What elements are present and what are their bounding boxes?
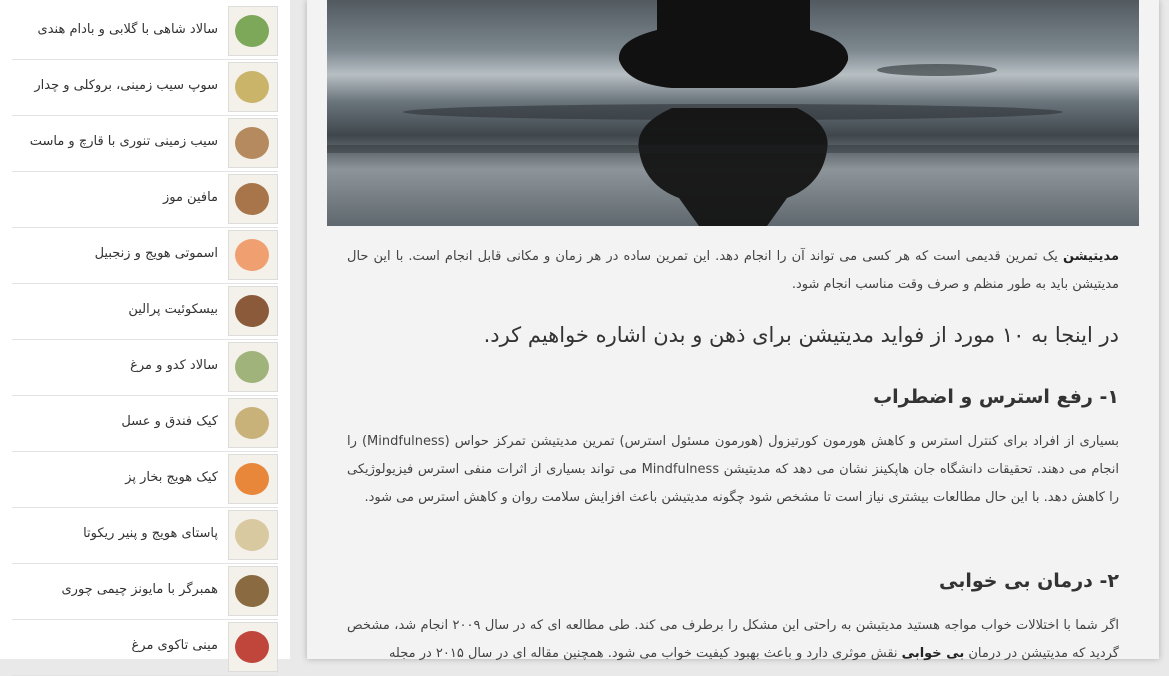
meditation-silhouette xyxy=(327,0,1139,226)
sidebar-item-label[interactable]: سوپ سیب زمینی، بروکلی و چدار xyxy=(34,78,218,93)
recipe-thumbnail[interactable] xyxy=(228,454,278,504)
sidebar-item[interactable]: همبرگر با مایونز چیمی چوری xyxy=(12,564,278,620)
section-2-paragraph: اگر شما با اختلالات خواب مواجه هستید مدی… xyxy=(347,612,1119,668)
food-image-icon xyxy=(235,71,269,103)
sidebar-item-label[interactable]: سیب زمینی تنوری با قارچ و ماست xyxy=(30,134,218,149)
sidebar-item[interactable]: مینی تاکوی مرغ xyxy=(12,620,278,676)
sidebar-item[interactable]: سیب زمینی تنوری با قارچ و ماست xyxy=(12,116,278,172)
food-image-icon xyxy=(235,519,269,551)
food-image-icon xyxy=(235,295,269,327)
food-image-icon xyxy=(235,631,269,663)
recipe-thumbnail[interactable] xyxy=(228,342,278,392)
food-image-icon xyxy=(235,575,269,607)
recipe-thumbnail[interactable] xyxy=(228,286,278,336)
sidebar-item[interactable]: سالاد شاهی با گلابی و بادام هندی xyxy=(12,4,278,60)
recipe-thumbnail[interactable] xyxy=(228,6,278,56)
sidebar-item[interactable]: سالاد کدو و مرغ xyxy=(12,340,278,396)
sidebar-item[interactable]: بیسکوئیت پرالین xyxy=(12,284,278,340)
recipe-thumbnail[interactable] xyxy=(228,566,278,616)
section-1-title: ۱- رفع استرس و اضطراب xyxy=(873,386,1119,408)
sidebar-item[interactable]: کیک هویج بخار پز xyxy=(12,452,278,508)
intro-keyword: مدیتیشن xyxy=(1063,249,1119,264)
sidebar-item-label[interactable]: سالاد کدو و مرغ xyxy=(130,358,218,373)
sidebar-item-label[interactable]: کیک فندق و عسل xyxy=(121,414,218,429)
meditation-hero-image xyxy=(327,0,1139,226)
food-image-icon xyxy=(235,239,269,271)
food-image-icon xyxy=(235,183,269,215)
recipe-thumbnail[interactable] xyxy=(228,62,278,112)
recipe-thumbnail[interactable] xyxy=(228,510,278,560)
sidebar-item-label[interactable]: مافین موز xyxy=(163,190,218,205)
recipe-thumbnail[interactable] xyxy=(228,230,278,280)
intro-text: یک تمرین قدیمی است که هر کسی می تواند آن… xyxy=(347,249,1119,292)
recipe-thumbnail[interactable] xyxy=(228,398,278,448)
sidebar-item[interactable]: پاستای هویج و پنیر ریکوتا xyxy=(12,508,278,564)
recipe-thumbnail[interactable] xyxy=(228,118,278,168)
food-image-icon xyxy=(235,351,269,383)
food-image-icon xyxy=(235,127,269,159)
sidebar-item[interactable]: کیک فندق و عسل xyxy=(12,396,278,452)
sidebar-item-label[interactable]: همبرگر با مایونز چیمی چوری xyxy=(61,582,218,597)
sidebar-item[interactable]: سوپ سیب زمینی، بروکلی و چدار xyxy=(12,60,278,116)
sidebar-item-label[interactable]: بیسکوئیت پرالین xyxy=(128,302,218,317)
section-1-paragraph: بسیاری از افراد برای کنترل استرس و کاهش … xyxy=(347,434,1119,505)
article: مدیتیشن یک تمرین قدیمی است که هر کسی می … xyxy=(307,0,1159,661)
sidebar-item-label[interactable]: کیک هویج بخار پز xyxy=(125,470,218,485)
sidebar-item[interactable]: اسموتی هویج و زنجبیل xyxy=(12,228,278,284)
section-2-title: ۲- درمان بی خوابی xyxy=(939,570,1119,592)
sidebar-item-label[interactable]: اسموتی هویج و زنجبیل xyxy=(95,246,218,261)
sidebar-item-label[interactable]: مینی تاکوی مرغ xyxy=(132,638,218,653)
sidebar-item-label[interactable]: سالاد شاهی با گلابی و بادام هندی xyxy=(38,22,218,37)
sidebar-item[interactable]: مافین موز xyxy=(12,172,278,228)
sidebar-item-label[interactable]: پاستای هویج و پنیر ریکوتا xyxy=(83,526,218,541)
recipe-thumbnail[interactable] xyxy=(228,174,278,224)
recipe-thumbnail[interactable] xyxy=(228,622,278,672)
food-image-icon xyxy=(235,463,269,495)
article-subheading: در اینجا به ۱۰ مورد از فواید مدیتیشن برا… xyxy=(483,323,1119,347)
food-image-icon xyxy=(235,407,269,439)
sidebar: سالاد شاهی با گلابی و بادام هندی سوپ سیب … xyxy=(0,0,290,676)
food-image-icon xyxy=(235,15,269,47)
intro-paragraph: مدیتیشن یک تمرین قدیمی است که هر کسی می … xyxy=(347,243,1119,299)
